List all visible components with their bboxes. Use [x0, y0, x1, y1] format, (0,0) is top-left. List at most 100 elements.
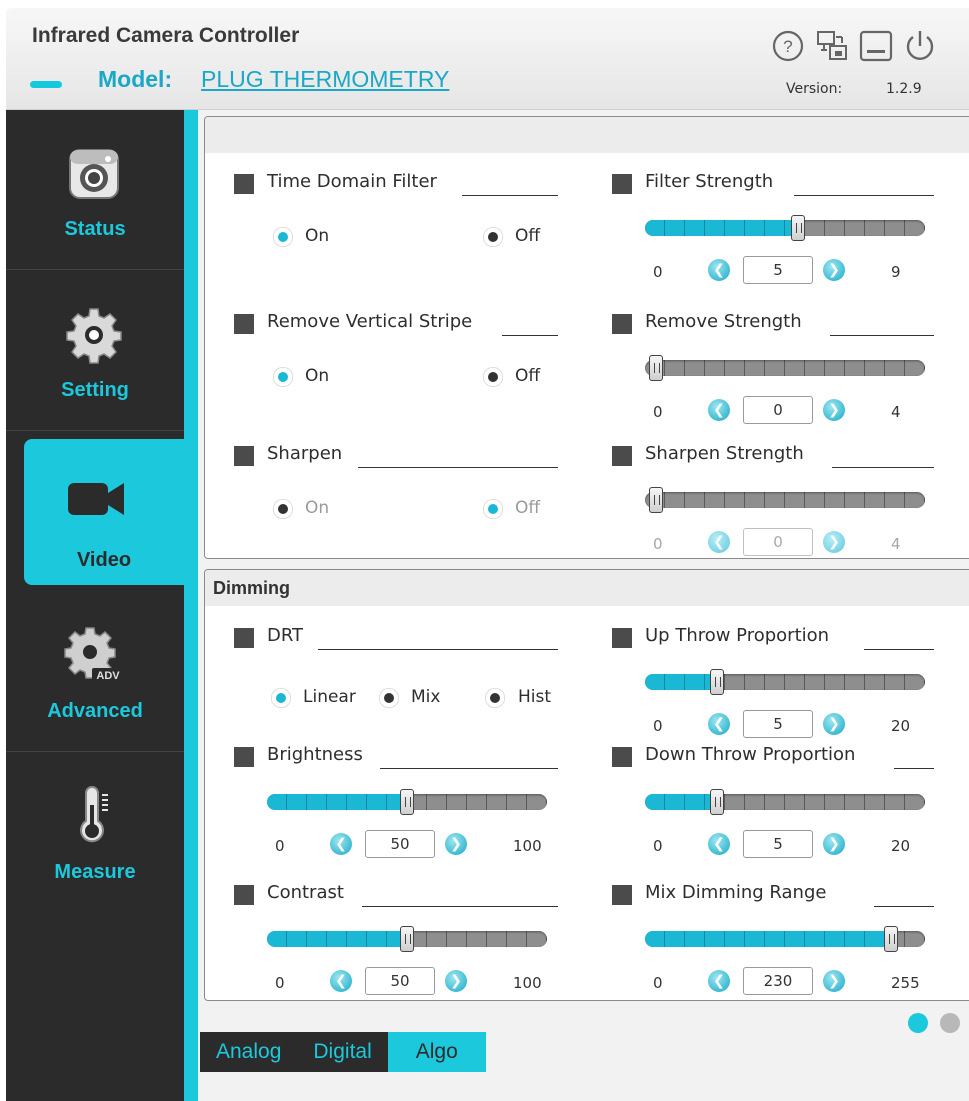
- slider-thumb[interactable]: [884, 926, 898, 952]
- slider-thumb[interactable]: [400, 926, 414, 952]
- sidebar-item-video[interactable]: Video: [24, 439, 196, 585]
- slider-fill: [645, 794, 717, 810]
- brightness-value[interactable]: 50: [365, 830, 435, 858]
- divider-line: [358, 467, 558, 468]
- contrast-slider[interactable]: [267, 926, 547, 952]
- filter-strength-increment-button[interactable]: ❯: [823, 259, 845, 281]
- filter-strength-decrement-button[interactable]: ❮: [708, 259, 730, 281]
- brightness-increment-button[interactable]: ❯: [445, 833, 467, 855]
- sharpen-strength-min: 0: [653, 535, 663, 553]
- remove-strength-slider[interactable]: [645, 355, 925, 381]
- sidebar-accent-strip: [184, 110, 198, 1101]
- mix-dimming-range-decrement-button[interactable]: ❮: [708, 970, 730, 992]
- filter-strength-min: 0: [653, 263, 663, 281]
- slider-thumb[interactable]: [649, 355, 663, 381]
- divider-line: [874, 906, 934, 907]
- slider-thumb[interactable]: [710, 669, 724, 695]
- brightness-slider[interactable]: [267, 789, 547, 815]
- sharpen-strength-label: Sharpen Strength: [645, 443, 804, 464]
- vertical-stripe-off-radio[interactable]: [483, 367, 503, 387]
- drt-hist-radio[interactable]: [485, 688, 505, 708]
- thermometer-icon: [80, 786, 108, 843]
- time-domain-on-radio[interactable]: [273, 227, 293, 247]
- remove-strength-decrement-button[interactable]: ❮: [708, 399, 730, 421]
- sharpen-off-radio[interactable]: [483, 499, 503, 519]
- down-throw-slider[interactable]: [645, 789, 925, 815]
- display-settings-icon[interactable]: [814, 28, 850, 64]
- drt-linear-radio[interactable]: [271, 688, 291, 708]
- filter-strength-value[interactable]: 5: [743, 256, 813, 284]
- model-link[interactable]: PLUG THERMOMETRY: [201, 66, 449, 93]
- video-camera-icon: [68, 483, 124, 515]
- remove-strength-increment-button[interactable]: ❯: [823, 399, 845, 421]
- slider-thumb[interactable]: [400, 789, 414, 815]
- divider-line: [502, 335, 558, 336]
- mix-dimming-range-increment-button[interactable]: ❯: [823, 970, 845, 992]
- minimize-icon[interactable]: [858, 28, 894, 64]
- time-domain-off-radio[interactable]: [483, 227, 503, 247]
- down-throw-value[interactable]: 5: [743, 830, 813, 858]
- time-domain-filter-label: Time Domain Filter: [267, 171, 437, 192]
- filter-strength-slider[interactable]: [645, 215, 925, 241]
- down-throw-increment-button[interactable]: ❯: [823, 833, 845, 855]
- slider-thumb[interactable]: [710, 789, 724, 815]
- contrast-increment-button[interactable]: ❯: [445, 970, 467, 992]
- divider-line: [318, 649, 558, 650]
- help-icon[interactable]: ?: [770, 28, 806, 64]
- sharpen-strength-slider[interactable]: [645, 487, 925, 513]
- remove-strength-value[interactable]: 0: [743, 396, 813, 424]
- down-throw-decrement-button[interactable]: ❮: [708, 833, 730, 855]
- page-dot-2[interactable]: [940, 1013, 960, 1033]
- up-throw-decrement-button[interactable]: ❮: [708, 713, 730, 735]
- divider-line: [462, 195, 558, 196]
- mix-dimming-range-max: 255: [891, 974, 920, 992]
- drt-hist-label: Hist: [518, 687, 552, 707]
- sidebar-item-setting[interactable]: Setting: [6, 271, 184, 431]
- brightness-max: 100: [513, 837, 542, 855]
- brightness-decrement-button[interactable]: ❮: [330, 833, 352, 855]
- sharpen-on-radio[interactable]: [273, 499, 293, 519]
- remove-strength-min: 0: [653, 403, 663, 421]
- sharpen-label: Sharpen: [267, 443, 343, 464]
- brightness-indicator: [234, 747, 254, 767]
- filter-strength-max: 9: [891, 263, 901, 281]
- sharpen-strength-increment-button[interactable]: ❯: [823, 531, 845, 553]
- divider-line: [894, 768, 934, 769]
- vertical-stripe-on-radio[interactable]: [273, 367, 293, 387]
- contrast-decrement-button[interactable]: ❮: [330, 970, 352, 992]
- drt-mix-radio[interactable]: [379, 688, 399, 708]
- power-icon[interactable]: [902, 28, 938, 64]
- tab-algo[interactable]: Algo: [387, 1032, 486, 1072]
- sharpen-strength-decrement-button[interactable]: ❮: [708, 531, 730, 553]
- dimming-panel: Dimming DRT Linear Mix Hist Brightness 0…: [204, 569, 969, 1001]
- sidebar-item-status[interactable]: Status: [6, 110, 184, 270]
- tab-digital[interactable]: Digital: [297, 1032, 387, 1072]
- model-indicator-icon: [30, 81, 62, 88]
- remove-strength-label: Remove Strength: [645, 311, 802, 332]
- contrast-value[interactable]: 50: [365, 967, 435, 995]
- sidebar: Status Setting Video ADV Advanced Measur…: [6, 110, 196, 1101]
- dimming-panel-header: Dimming: [205, 570, 969, 606]
- up-throw-slider[interactable]: [645, 669, 925, 695]
- drt-linear-label: Linear: [303, 687, 356, 707]
- time-domain-on-label: On: [305, 226, 330, 246]
- slider-thumb[interactable]: [649, 487, 663, 513]
- mix-dimming-range-slider[interactable]: [645, 926, 925, 952]
- svg-text:ADV: ADV: [96, 670, 120, 682]
- remove-vertical-stripe-indicator: [234, 314, 254, 334]
- slider-thumb[interactable]: [791, 215, 805, 241]
- model-label: Model:: [98, 66, 173, 92]
- filter-panel-header: [205, 117, 969, 153]
- page-dot-1[interactable]: [908, 1013, 928, 1033]
- sidebar-item-measure[interactable]: Measure: [6, 753, 184, 913]
- sharpen-strength-value[interactable]: 0: [743, 528, 813, 556]
- sidebar-item-advanced[interactable]: ADV Advanced: [6, 592, 184, 752]
- divider-line: [830, 335, 934, 336]
- up-throw-value[interactable]: 5: [743, 710, 813, 738]
- tab-analog[interactable]: Analog: [200, 1032, 297, 1072]
- mix-dimming-range-value[interactable]: 230: [743, 967, 813, 995]
- up-throw-increment-button[interactable]: ❯: [823, 713, 845, 735]
- remove-vertical-stripe-label: Remove Vertical Stripe: [267, 311, 473, 332]
- contrast-max: 100: [513, 974, 542, 992]
- drt-label: DRT: [267, 625, 304, 646]
